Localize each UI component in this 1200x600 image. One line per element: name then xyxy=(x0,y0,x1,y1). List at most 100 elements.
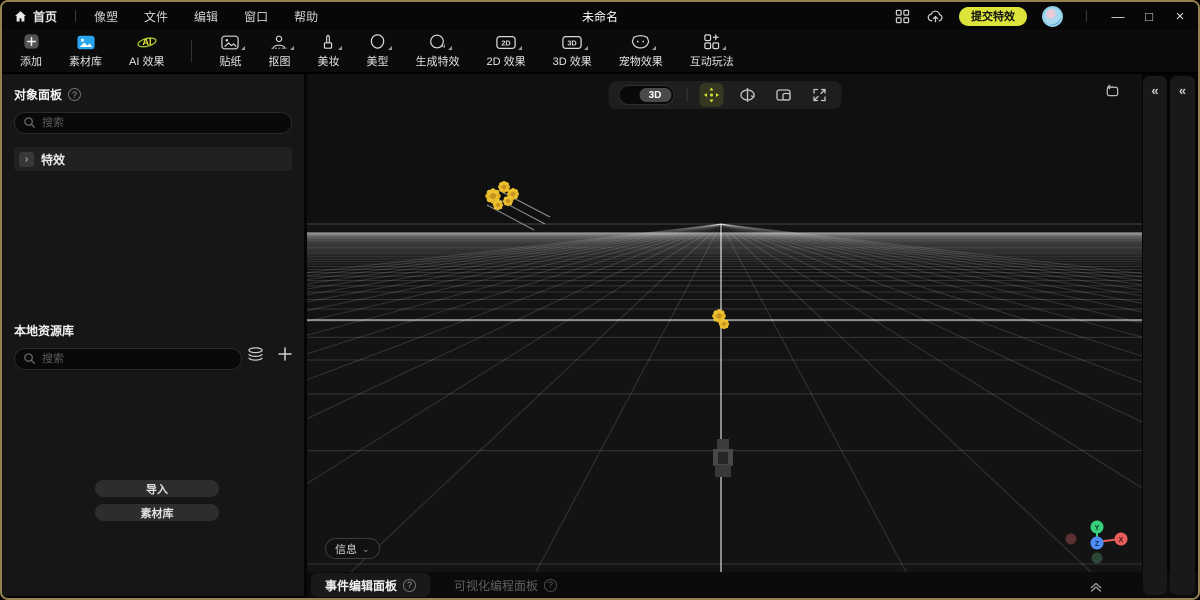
tab-visual-programming[interactable]: 可视化编程面板 ? xyxy=(440,573,571,597)
dropdown-corner-icon xyxy=(388,46,392,50)
toolbar-label: 互动玩法 xyxy=(690,53,734,69)
expand-chevron-icon[interactable]: › xyxy=(19,152,34,167)
toolbar-label: 美型 xyxy=(366,53,388,69)
toolbar-label: 2D 效果 xyxy=(486,53,525,69)
material-library-icon xyxy=(77,33,95,50)
home-icon xyxy=(14,10,27,23)
menu-window[interactable]: 窗口 xyxy=(244,8,268,25)
axis-x-label: X xyxy=(1119,537,1124,544)
rotate-icon xyxy=(739,87,755,103)
toolbar-item-material-library[interactable]: 素材库 xyxy=(69,33,102,69)
toolbar-label: 3D 效果 xyxy=(553,53,592,69)
add-icon xyxy=(23,33,40,50)
axis-neg-y-handle[interactable] xyxy=(1092,553,1103,564)
close-button[interactable]: × xyxy=(1172,8,1188,25)
menu-file[interactable]: 文件 xyxy=(144,8,168,25)
mode-3d-toggle[interactable]: 3D xyxy=(618,85,674,105)
object-panel-header: 对象面板 ? xyxy=(14,86,292,103)
scale-icon xyxy=(775,87,791,103)
search-icon xyxy=(23,352,36,365)
add-resource-icon[interactable] xyxy=(278,347,292,361)
window-controls-divider xyxy=(1086,10,1087,22)
library-search-input[interactable] xyxy=(14,348,242,370)
3d-glyph: 3D xyxy=(567,39,576,48)
screen: 首页 像塑 文件 编辑 窗口 帮助 未命名 提交特效 — □ × xyxy=(0,0,1200,600)
toolbar-item-generate-effects[interactable]: AI 生成特效 xyxy=(415,33,459,69)
dropdown-corner-icon xyxy=(722,46,726,50)
import-button[interactable]: 导入 xyxy=(95,480,219,497)
dropdown-corner-icon xyxy=(518,46,522,50)
user-avatar[interactable] xyxy=(1042,6,1063,27)
library-search-wrap xyxy=(14,348,242,370)
toolbar-item-3d-effects[interactable]: 3D 3D 效果 xyxy=(553,33,592,69)
titlebar-divider xyxy=(75,10,76,22)
menu-edit[interactable]: 编辑 xyxy=(194,8,218,25)
help-icon[interactable]: ? xyxy=(68,88,81,101)
toolbar-label: 美妆 xyxy=(317,53,339,69)
dropdown-corner-icon xyxy=(584,46,588,50)
axis-neg-x-handle[interactable] xyxy=(1066,534,1077,545)
pet-effects-icon xyxy=(631,33,650,50)
titlebar-right: 提交特效 — □ × xyxy=(893,2,1188,30)
toolbar-item-sticker[interactable]: 贴纸 xyxy=(219,33,241,69)
menu-help[interactable]: 帮助 xyxy=(294,8,318,25)
rotate-tool-button[interactable] xyxy=(735,83,759,107)
toolbar-label: 素材库 xyxy=(69,53,102,69)
material-library-button[interactable]: 素材库 xyxy=(95,504,219,521)
minimize-button[interactable]: — xyxy=(1110,9,1126,24)
help-icon[interactable]: ? xyxy=(544,579,557,592)
scale-tool-button[interactable] xyxy=(771,83,795,107)
home-button[interactable]: 首页 xyxy=(14,8,57,25)
toolbar-item-interactive-play[interactable]: 互动玩法 xyxy=(690,33,734,69)
makeup-icon xyxy=(320,33,336,50)
maximize-button[interactable]: □ xyxy=(1141,9,1157,24)
mode-3d-knob: 3D xyxy=(639,88,671,102)
object-panel-section: 对象面板 ? › 特效 xyxy=(2,86,304,171)
help-icon[interactable]: ? xyxy=(403,579,416,592)
ai-effects-icon: AI xyxy=(136,33,158,50)
rotate-screen-icon[interactable] xyxy=(1104,83,1120,103)
main-toolbar: 添加 素材库 AI AI 效果 贴纸 抠图 美妆 美型 AI 生成特效 xyxy=(2,30,1198,74)
dropdown-corner-icon xyxy=(241,46,245,50)
viewport-toolbar: 3D xyxy=(608,81,841,109)
toolbar-item-pet-effects[interactable]: 宠物效果 xyxy=(619,33,663,69)
info-dropdown[interactable]: 信息 ⌄ xyxy=(325,538,380,559)
toolbar-item-face-shape[interactable]: 美型 xyxy=(366,33,388,69)
dropdown-corner-icon xyxy=(652,46,656,50)
ai-glyph-small: AI xyxy=(441,43,447,49)
home-label: 首页 xyxy=(33,8,57,25)
collapsed-panel-inspector[interactable]: « xyxy=(1143,76,1167,595)
viewport-3d[interactable]: Y X Z 3D xyxy=(307,74,1142,572)
expand-panel-icon: « xyxy=(1179,83,1186,595)
expand-bottom-panel-icon[interactable] xyxy=(1089,580,1103,598)
fit-view-button[interactable] xyxy=(807,83,831,107)
toolbar-item-add[interactable]: 添加 xyxy=(20,33,42,69)
toolbar-label: 生成特效 xyxy=(415,53,459,69)
toolbar-label: AI 效果 xyxy=(129,53,164,69)
app-window: 首页 像塑 文件 编辑 窗口 帮助 未命名 提交特效 — □ × xyxy=(0,0,1200,600)
move-tool-button[interactable] xyxy=(699,83,723,107)
apps-grid-icon[interactable] xyxy=(893,7,911,25)
toolbar-divider xyxy=(191,40,192,62)
local-library-section: 本地资源库 xyxy=(2,322,304,370)
grid-lines xyxy=(307,224,1142,572)
origin-flower-object[interactable] xyxy=(712,309,729,329)
caret-down-icon: ⌄ xyxy=(362,545,370,553)
layers-icon[interactable] xyxy=(247,346,264,362)
ai-glyph: AI xyxy=(142,37,151,47)
dropdown-corner-icon xyxy=(448,46,452,50)
search-icon xyxy=(23,116,36,129)
cloud-upload-icon[interactable] xyxy=(926,7,944,25)
dropdown-corner-icon xyxy=(290,46,294,50)
toolbar-item-2d-effects[interactable]: 2D 2D 效果 xyxy=(486,33,525,69)
object-item-effect[interactable]: › 特效 xyxy=(14,147,292,171)
toolbar-item-makeup[interactable]: 美妆 xyxy=(317,33,339,69)
menu-app[interactable]: 像塑 xyxy=(94,8,118,25)
collapsed-panel-properties[interactable]: « xyxy=(1170,76,1195,595)
toolbar-item-cutout[interactable]: 抠图 xyxy=(268,33,290,69)
toolbar-item-ai-effects[interactable]: AI AI 效果 xyxy=(129,33,164,69)
submit-effect-button[interactable]: 提交特效 xyxy=(959,7,1027,26)
camera-object[interactable] xyxy=(713,439,733,477)
object-search-input[interactable] xyxy=(14,112,292,134)
tab-event-editor[interactable]: 事件编辑面板 ? xyxy=(311,573,430,597)
